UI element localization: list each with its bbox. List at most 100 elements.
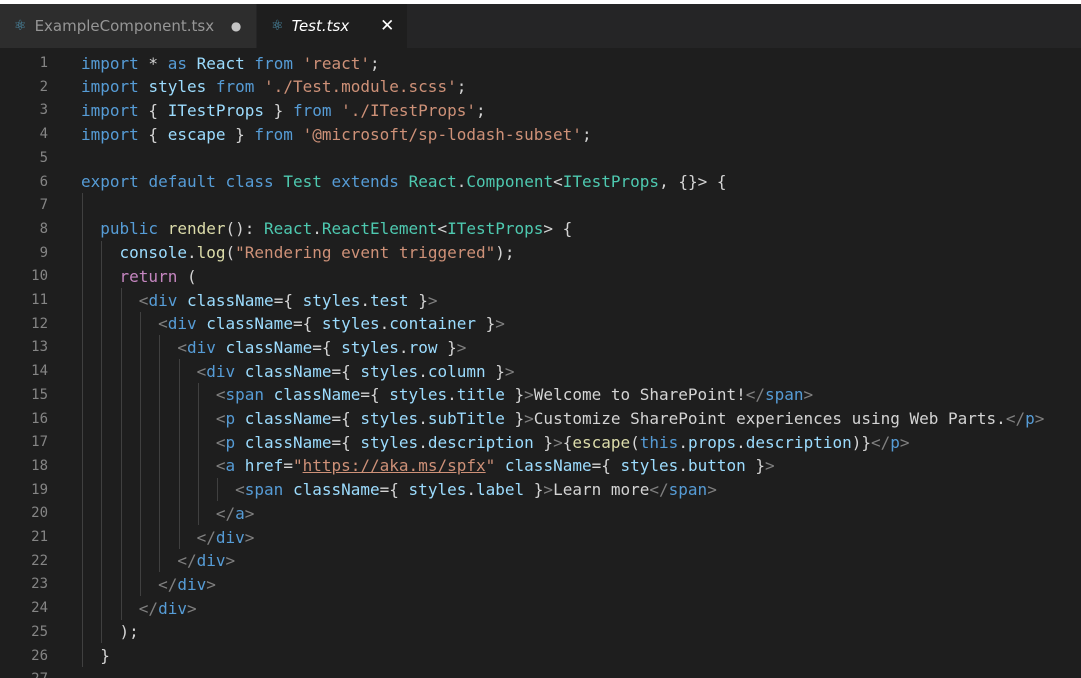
code-editor[interactable]: ⚛ ExampleComponent.tsx ● ⚛ Test.tsx ✕ 1 i… [0, 4, 1081, 678]
code-token: . [418, 432, 428, 452]
code-token: Component [466, 172, 554, 191]
line-number: 22 [31, 552, 48, 569]
code-token: escape [167, 124, 226, 144]
code-token: = [283, 456, 293, 476]
code-area[interactable]: 1 import * as React from 'react'; 2 import … [0, 48, 1081, 678]
code-token: div [148, 290, 178, 310]
code-token: ={ [379, 480, 409, 500]
line-number: 16 [31, 410, 48, 427]
code-token: ={ [273, 290, 303, 310]
code-token: . [736, 432, 746, 452]
code-token: </ [871, 432, 891, 452]
line-number: 21 [31, 529, 48, 545]
code-token: import [81, 100, 139, 120]
code-line[interactable]: 16 <p className={ styles.subTitle }>Cust… [0, 407, 1081, 431]
code-token: div [186, 337, 216, 357]
code-token: React [264, 219, 313, 239]
close-icon[interactable]: ✕ [379, 16, 395, 36]
code-line[interactable]: 18 <a href="https://aka.ms/spfx" classNa… [0, 454, 1081, 478]
code-line[interactable]: 22 </div> [0, 549, 1081, 573]
code-token: ; [581, 124, 592, 144]
tab-test[interactable]: ⚛ Test.tsx ✕ [257, 4, 409, 48]
code-token: (): [225, 219, 265, 239]
line-number: 14 [31, 363, 48, 380]
code-text: import * as React from 'react'; [81, 54, 380, 73]
code-text: import { escape } from '@microsoft/sp-lo… [81, 125, 592, 144]
code-token: < [437, 219, 448, 239]
unsaved-dot-icon[interactable]: ● [228, 19, 244, 33]
code-token: > [765, 456, 775, 476]
code-line[interactable]: 1 import * as React from 'react'; [0, 51, 1081, 75]
code-text: <div className={ styles.test }> [81, 290, 438, 310]
code-token: column [427, 361, 486, 381]
code-line[interactable]: 14 <div className={ styles.column }> [0, 359, 1081, 383]
code-line[interactable]: 27 [0, 667, 1081, 678]
code-token: from [292, 100, 332, 120]
code-token: escape [572, 432, 631, 452]
code-token: container [389, 314, 476, 334]
code-line[interactable]: 4 import { escape } from '@microsoft/sp-l… [0, 122, 1081, 146]
code-token: ITestProps [447, 219, 544, 239]
code-line[interactable]: 12 <div className={ styles.container }> [0, 312, 1081, 336]
code-line[interactable]: 8 public render(): React.ReactElement<IT… [0, 217, 1081, 241]
code-token: div [215, 527, 245, 547]
line-number: 2 [39, 78, 48, 95]
code-token: } [437, 337, 457, 357]
code-token: ={ [331, 432, 361, 452]
code-line[interactable]: 17 <p className={ styles.description }>{… [0, 430, 1081, 454]
indent-guide [139, 311, 141, 597]
code-token: styles [360, 409, 419, 428]
code-line[interactable]: 20 </a> [0, 501, 1081, 525]
code-token: * [138, 53, 168, 73]
code-line[interactable]: 10 return ( [0, 264, 1081, 288]
code-token: from [254, 53, 293, 73]
code-line[interactable]: 13 <div className={ styles.row }> [0, 335, 1081, 359]
code-token: } [524, 480, 544, 500]
code-token: Customize SharePoint experiences using W… [533, 409, 1006, 428]
code-line[interactable]: 6 export default class Test extends React… [0, 170, 1081, 194]
code-line[interactable]: 3 import { ITestProps } from './ITestProp… [0, 98, 1081, 122]
code-line[interactable]: 23 </div> [0, 572, 1081, 596]
code-token: . [312, 219, 322, 239]
code-line[interactable]: 7 [0, 193, 1081, 217]
code-line[interactable]: 24 </div> [0, 596, 1081, 620]
code-text: <span className={ styles.title }>Welcome… [81, 385, 813, 404]
code-line[interactable]: 26 } [0, 644, 1081, 668]
code-line[interactable]: 25 ); [0, 620, 1081, 644]
code-line[interactable]: 2 import styles from './Test.module.scss'… [0, 75, 1081, 99]
code-token: ITestProps [562, 172, 660, 191]
code-token: </ [196, 527, 216, 547]
code-line[interactable]: 19 <span className={ styles.label }>Lear… [0, 478, 1081, 502]
code-token: Welcome to SharePoint! [533, 385, 746, 405]
code-token: } [504, 385, 525, 405]
code-line[interactable]: 21 </div> [0, 525, 1081, 549]
code-token: className [225, 337, 313, 357]
code-token: . [456, 172, 467, 191]
code-line[interactable]: 9 console.log("Rendering event triggered… [0, 241, 1081, 265]
code-line[interactable]: 5 [0, 146, 1081, 170]
code-token: ; [456, 77, 467, 97]
code-token: < [177, 337, 187, 357]
code-token: </ [215, 503, 236, 523]
code-token: styles [341, 337, 399, 357]
tab-examplecomponent[interactable]: ⚛ ExampleComponent.tsx ● [0, 4, 258, 48]
code-line[interactable]: 15 <span className={ styles.title }>Welc… [0, 383, 1081, 407]
code-token: < [235, 480, 245, 500]
code-token: p [1025, 409, 1035, 428]
code-token: class [225, 172, 274, 191]
code-token: < [215, 385, 226, 405]
code-token: } [225, 124, 255, 144]
code-token: > [244, 503, 255, 523]
code-text: </div> [81, 551, 235, 570]
code-token: default [148, 172, 216, 191]
code-token: > [899, 432, 910, 452]
react-icon: ⚛ [14, 18, 27, 34]
code-line[interactable]: 11 <div className={ styles.test }> [0, 288, 1081, 312]
